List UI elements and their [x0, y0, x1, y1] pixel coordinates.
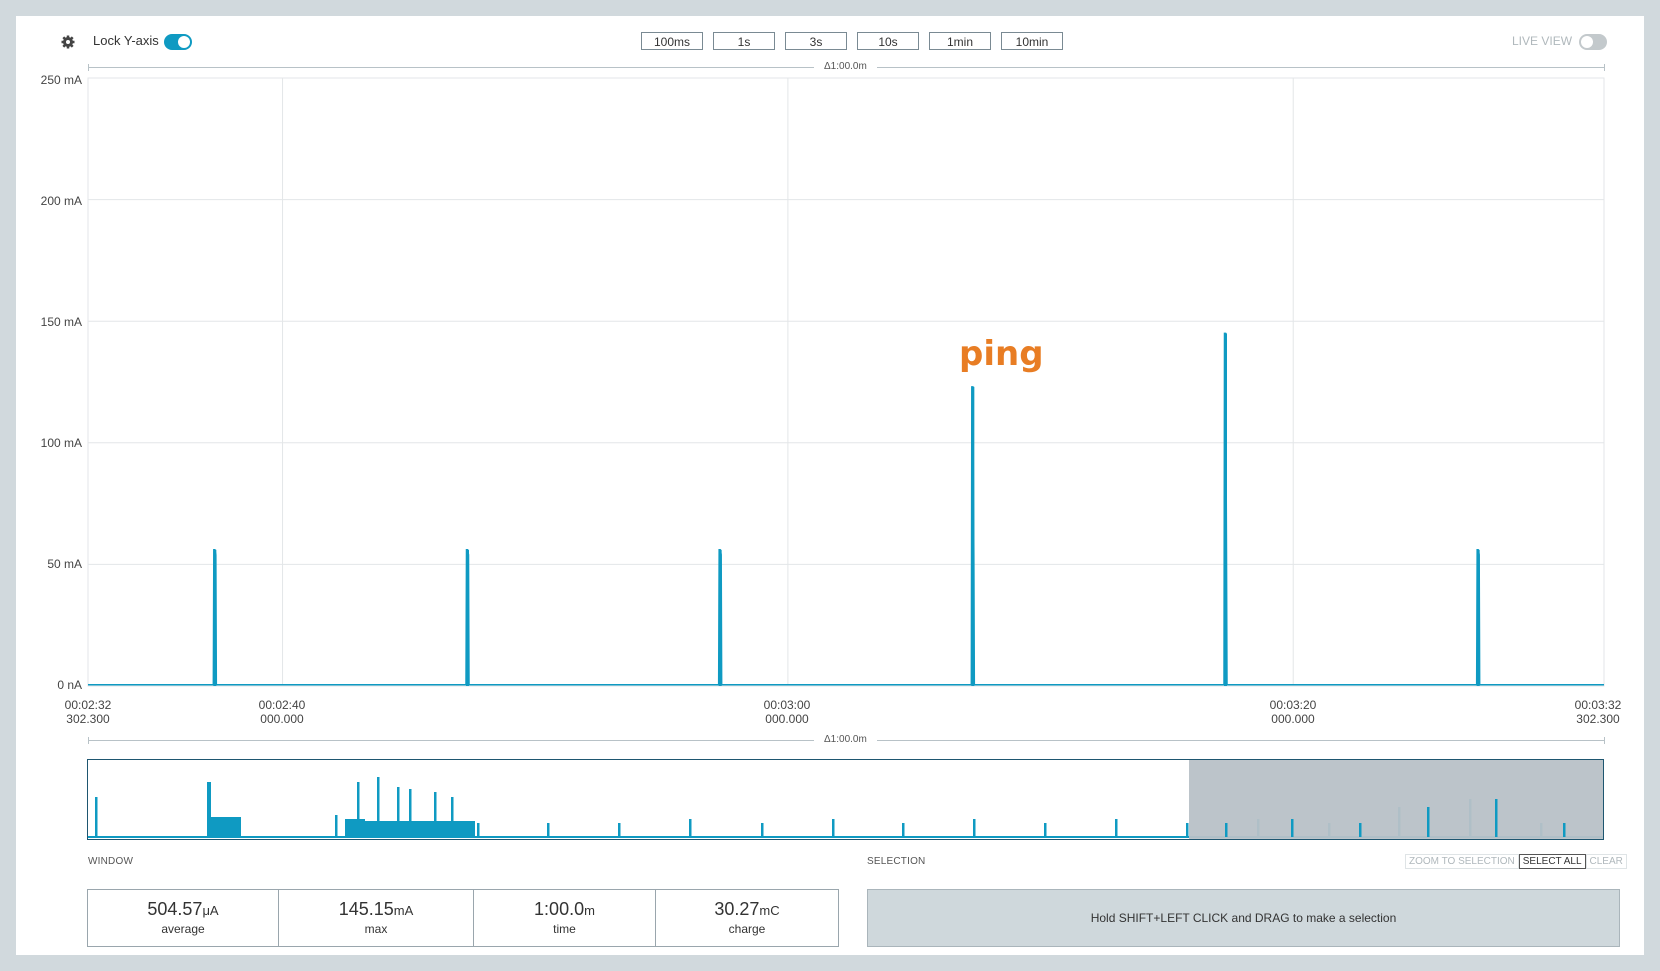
y-tick-label: 100 mA [40, 436, 82, 450]
minimap-spike [1115, 819, 1118, 837]
power-profiler-panel: Lock Y-axis 100ms 1s 3s 10s 1min 10min L… [16, 16, 1644, 955]
minimap-spike [95, 797, 98, 837]
plot-frame [87, 77, 1605, 687]
current-spike [213, 549, 217, 686]
y-tick-label: 0 nA [57, 678, 82, 692]
current-spike [466, 549, 469, 686]
y-tick-label: 50 mA [47, 557, 82, 571]
charge-stat: 30.27mC charge [655, 889, 839, 947]
minimap-spike [477, 823, 480, 837]
minimap-spike [335, 815, 338, 837]
current-trace [88, 332, 1604, 686]
minimap-outside-window-mask [1189, 760, 1603, 839]
minimap-burst [207, 782, 211, 837]
selection-area[interactable]: Hold SHIFT+LEFT CLICK and DRAG to make a… [867, 889, 1620, 947]
minimap-spike [618, 823, 621, 837]
clear-selection-button[interactable]: CLEAR [1585, 854, 1627, 869]
zoom-to-selection-button[interactable]: ZOOM TO SELECTION [1405, 854, 1519, 869]
current-spike [1224, 333, 1227, 686]
selection-section-title: SELECTION [867, 856, 926, 867]
x-tick-label: 00:03:00 000.000 [763, 698, 811, 726]
minimap-spike [1044, 823, 1047, 837]
y-tick-label: 150 mA [40, 315, 82, 329]
time-stat: 1:00.0m time [473, 889, 656, 947]
minimap-spike [1291, 819, 1294, 837]
window-section-title: WINDOW [88, 856, 134, 867]
y-tick-label: 250 mA [40, 73, 82, 87]
minimap-spike [547, 823, 550, 837]
average-stat: 504.57μA average [87, 889, 279, 947]
minimap-spike [689, 819, 692, 837]
overview-minimap[interactable] [87, 759, 1604, 840]
x-tick-label: 00:03:32 302.300 [1574, 698, 1622, 726]
ping-annotation: ping [959, 334, 1044, 374]
select-all-button[interactable]: SELECT ALL [1518, 854, 1586, 869]
minimap-burst [211, 817, 241, 837]
minimap-spike [973, 819, 976, 837]
current-spike [718, 549, 722, 686]
minimap-spike [1186, 823, 1189, 837]
max-stat: 145.15mA max [278, 889, 474, 947]
minimap-spike [832, 819, 835, 837]
minimap-spike [1359, 823, 1362, 837]
minimap-spike [902, 823, 905, 837]
current-spike [971, 386, 975, 686]
x-tick-label: 00:03:20 000.000 [1269, 698, 1317, 726]
window-span-label-bottom: Δ1:00.0m [814, 734, 877, 745]
minimap-spike [1427, 807, 1430, 837]
x-tick-label: 00:02:32 302.300 [64, 698, 112, 726]
minimap-spike [1563, 823, 1566, 837]
minimap-burst [345, 819, 365, 837]
minimap-spike [1495, 799, 1498, 837]
selection-actions: ZOOM TO SELECTION SELECT ALL CLEAR [1405, 854, 1627, 869]
window-span-tick-left [88, 737, 89, 744]
minimap-burst [365, 821, 475, 837]
minimap-spike [1225, 823, 1228, 837]
minimap-spike [761, 823, 764, 837]
y-tick-label: 200 mA [40, 194, 82, 208]
x-tick-label: 00:02:40 000.000 [258, 698, 306, 726]
current-spike [1476, 549, 1480, 686]
window-span-tick-right [1604, 737, 1605, 744]
current-chart[interactable] [16, 16, 1644, 736]
